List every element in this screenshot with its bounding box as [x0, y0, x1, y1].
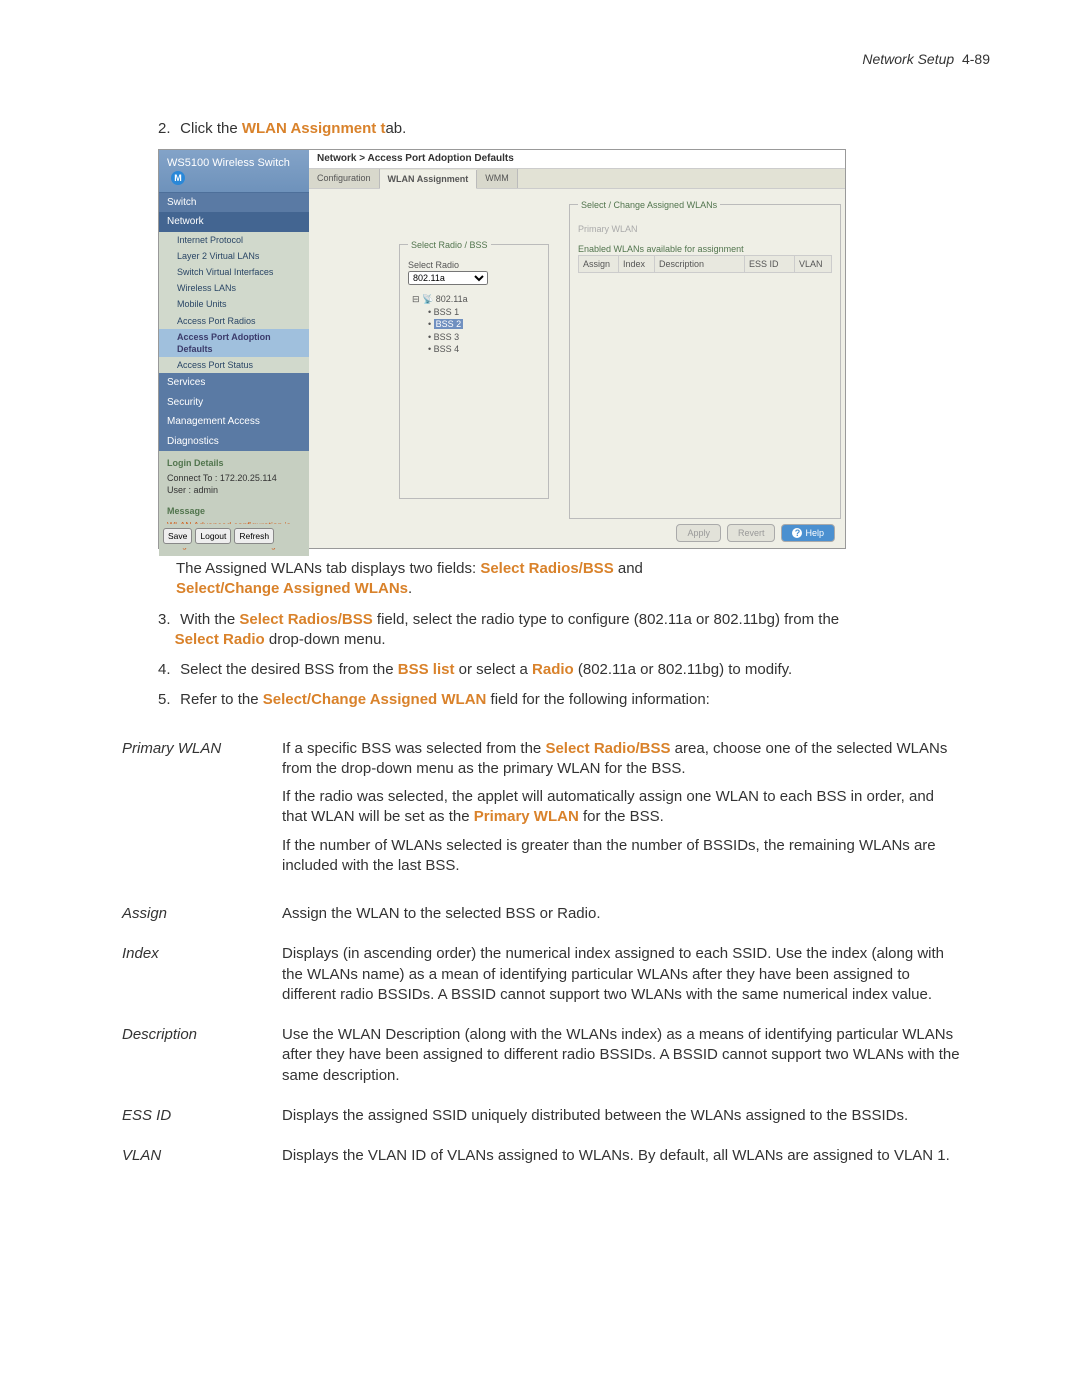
login-details: Login Details Connect To : 172.20.25.114… [159, 451, 309, 502]
intro-text: The Assigned WLANs tab displays two fiel… [176, 559, 980, 600]
nav-item-mu[interactable]: Mobile Units [159, 296, 309, 312]
def-row-description: Description Use the WLAN Description (al… [122, 1015, 972, 1096]
main-panel: Network > Access Port Adoption Defaults … [309, 150, 845, 548]
nav-services[interactable]: Services [159, 373, 309, 393]
nav-mgmt[interactable]: Management Access [159, 412, 309, 432]
breadcrumb: Network > Access Port Adoption Defaults [309, 150, 845, 169]
tree-bss-3[interactable]: • BSS 3 [412, 331, 540, 344]
col-vlan: VLAN [795, 256, 831, 272]
apply-button[interactable]: Apply [676, 524, 721, 542]
help-button[interactable]: ?Help [781, 524, 835, 542]
def-row-index: Index Displays (in ascending order) the … [122, 934, 972, 1015]
nav-security[interactable]: Security [159, 393, 309, 413]
tab-wlan-assignment[interactable]: WLAN Assignment [380, 170, 478, 189]
col-essid: ESS ID [745, 256, 795, 272]
refresh-button[interactable]: Refresh [234, 528, 274, 544]
tree-root[interactable]: ⊟ 📡 802.11a [412, 293, 540, 306]
page-header: Network Setup 4-89 [90, 50, 990, 69]
col-assign: Assign [579, 256, 619, 272]
assigned-wlans-fieldset: Select / Change Assigned WLANs Primary W… [569, 199, 841, 519]
nav-item-l2[interactable]: Layer 2 Virtual LANs [159, 248, 309, 264]
select-radio-bss-fieldset: Select Radio / BSS Select Radio 802.11a … [399, 239, 549, 499]
nav-item-wlans[interactable]: Wireless LANs [159, 280, 309, 296]
save-button[interactable]: Save [163, 528, 192, 544]
header-page: 4-89 [962, 51, 990, 67]
revert-button[interactable]: Revert [727, 524, 776, 542]
col-desc: Description [655, 256, 745, 272]
nav-item-apad[interactable]: Access Port Adoption Defaults [159, 329, 309, 357]
nav-item-aps[interactable]: Access Port Status [159, 357, 309, 373]
wlan-assignment-label: WLAN Assignment t [242, 120, 386, 137]
nav-network[interactable]: Network [159, 212, 309, 232]
step-3: 3. With the Select Radios/BSS field, sel… [158, 610, 990, 651]
nav-item-ip[interactable]: Internet Protocol [159, 232, 309, 248]
tab-wmm[interactable]: WMM [477, 169, 518, 188]
nav-switch[interactable]: Switch [159, 193, 309, 213]
nav-item-svi[interactable]: Switch Virtual Interfaces [159, 264, 309, 280]
tree-bss-1[interactable]: • BSS 1 [412, 306, 540, 319]
tree-bss-2[interactable]: • BSS 2 [412, 318, 540, 331]
step-4: 4. Select the desired BSS from the BSS l… [158, 660, 990, 680]
brand-badge-icon: M [171, 171, 185, 185]
tab-configuration[interactable]: Configuration [309, 169, 380, 188]
admin-screenshot: WS5100 Wireless Switch M Switch Network … [158, 149, 846, 549]
def-row-vlan: VLAN Displays the VLAN ID of VLANs assig… [122, 1136, 972, 1176]
step-2: 2. Click the WLAN Assignment tab. [158, 119, 990, 139]
sidebar-title: WS5100 Wireless Switch M [159, 150, 309, 193]
sidebar: WS5100 Wireless Switch M Switch Network … [159, 150, 309, 548]
tab-bar: Configuration WLAN Assignment WMM [309, 169, 845, 189]
def-row-assign: Assign Assign the WLAN to the selected B… [122, 894, 972, 934]
step-5: 5. Refer to the Select/Change Assigned W… [158, 690, 990, 710]
def-row-essid: ESS ID Displays the assigned SSID unique… [122, 1096, 972, 1136]
primary-wlan-label: Primary WLAN [578, 219, 832, 239]
logout-button[interactable]: Logout [195, 528, 231, 544]
def-row-primary: Primary WLAN If a specific BSS was selec… [122, 729, 972, 895]
wlans-table-header: Assign Index Description ESS ID VLAN [578, 255, 832, 273]
nav-network-items: Internet Protocol Layer 2 Virtual LANs S… [159, 232, 309, 373]
enabled-wlans-label: Enabled WLANs available for assignment [578, 243, 832, 255]
nav-diag[interactable]: Diagnostics [159, 432, 309, 452]
definitions-table: Primary WLAN If a specific BSS was selec… [122, 729, 972, 1177]
header-section: Network Setup [862, 51, 954, 67]
col-index: Index [619, 256, 655, 272]
bss-tree: ⊟ 📡 802.11a • BSS 1 • BSS 2 • BSS 3 • BS… [408, 293, 540, 356]
tree-bss-4[interactable]: • BSS 4 [412, 343, 540, 356]
action-buttons: Apply Revert ?Help [676, 524, 835, 542]
select-radio-dropdown[interactable]: 802.11a [408, 271, 488, 285]
help-icon: ? [792, 528, 802, 538]
nav-item-apr[interactable]: Access Port Radios [159, 313, 309, 329]
sidebar-buttons: Save Logout Refresh [159, 524, 309, 548]
